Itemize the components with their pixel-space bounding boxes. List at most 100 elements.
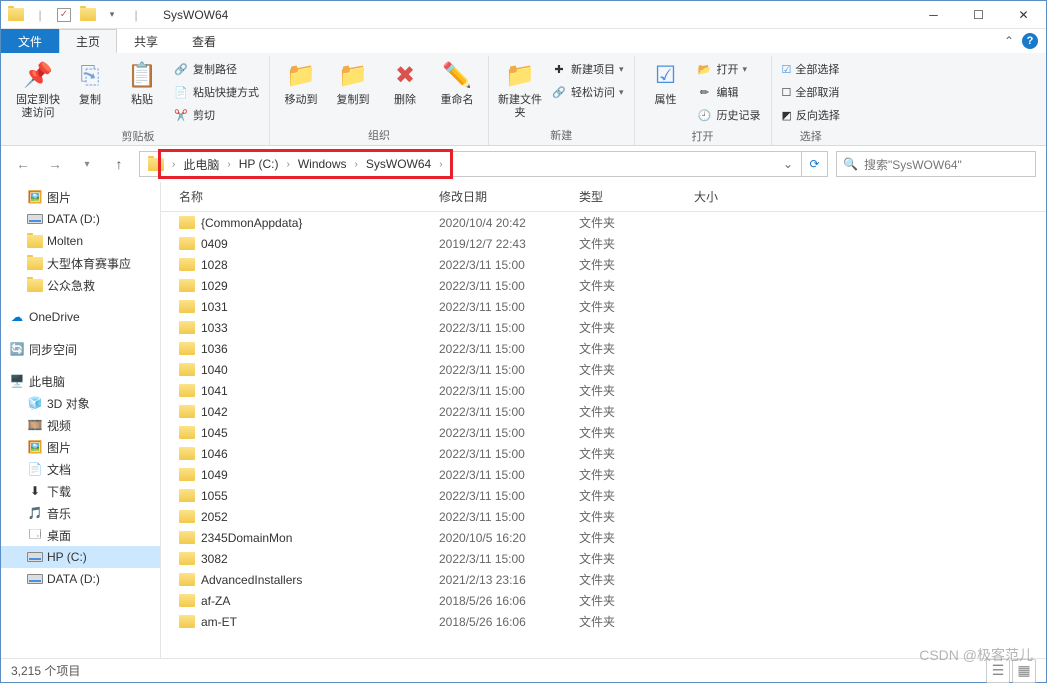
table-row[interactable]: {CommonAppdata}2020/10/4 20:42文件夹 bbox=[161, 212, 1046, 233]
table-row[interactable]: 10422022/3/11 15:00文件夹 bbox=[161, 401, 1046, 422]
tab-view[interactable]: 查看 bbox=[175, 29, 233, 53]
table-row[interactable]: 10312022/3/11 15:00文件夹 bbox=[161, 296, 1046, 317]
chevron-right-icon[interactable]: › bbox=[170, 159, 177, 170]
table-row[interactable]: 10462022/3/11 15:00文件夹 bbox=[161, 443, 1046, 464]
properties-button[interactable]: ☑属性 bbox=[641, 58, 691, 109]
sidebar-item[interactable]: Molten bbox=[1, 230, 160, 252]
sidebar-item[interactable]: 🎵音乐 bbox=[1, 502, 160, 524]
breadcrumb-item[interactable]: SysWOW64 bbox=[360, 152, 437, 176]
sidebar-item[interactable]: 🗔桌面 bbox=[1, 524, 160, 546]
table-row[interactable]: 10362022/3/11 15:00文件夹 bbox=[161, 338, 1046, 359]
col-type[interactable]: 类型 bbox=[571, 182, 686, 211]
easy-access-button[interactable]: 🔗轻松访问▾ bbox=[547, 81, 628, 103]
refresh-button[interactable]: ⟳ bbox=[802, 151, 828, 177]
tab-home[interactable]: 主页 bbox=[59, 29, 117, 53]
search-input[interactable]: 🔍 搜索"SysWOW64" bbox=[836, 151, 1036, 177]
new-folder-button[interactable]: 📁新建文件夹 bbox=[495, 58, 545, 122]
cut-button[interactable]: ✂️剪切 bbox=[169, 104, 263, 126]
table-row[interactable]: 10492022/3/11 15:00文件夹 bbox=[161, 464, 1046, 485]
file-name-cell: 0409 bbox=[171, 237, 431, 251]
breadcrumb-item[interactable]: HP (C:) bbox=[233, 152, 285, 176]
folder-icon[interactable] bbox=[77, 4, 99, 26]
sidebar-item[interactable]: 大型体育赛事应 bbox=[1, 252, 160, 274]
sidebar-item[interactable]: DATA (D:) bbox=[1, 208, 160, 230]
tab-file[interactable]: 文件 bbox=[1, 29, 59, 53]
invert-selection-button[interactable]: ◩反向选择 bbox=[778, 104, 844, 126]
copy-path-button[interactable]: 🔗复制路径 bbox=[169, 58, 263, 80]
table-row[interactable]: 30822022/3/11 15:00文件夹 bbox=[161, 548, 1046, 569]
copy-label: 复制 bbox=[79, 94, 101, 107]
table-row[interactable]: AdvancedInstallers2021/2/13 23:16文件夹 bbox=[161, 569, 1046, 590]
table-row[interactable]: 10452022/3/11 15:00文件夹 bbox=[161, 422, 1046, 443]
table-row[interactable]: 10332022/3/11 15:00文件夹 bbox=[161, 317, 1046, 338]
table-row[interactable]: 10412022/3/11 15:00文件夹 bbox=[161, 380, 1046, 401]
sidebar-item[interactable]: ⬇下载 bbox=[1, 480, 160, 502]
chevron-right-icon[interactable]: › bbox=[437, 159, 444, 170]
ribbon-collapse-icon[interactable]: ⌃ bbox=[1004, 34, 1014, 48]
select-none-button[interactable]: ☐全部取消 bbox=[778, 81, 844, 103]
sidebar-item[interactable]: 🖼️图片 bbox=[1, 186, 160, 208]
rename-button[interactable]: ✏️重命名 bbox=[432, 58, 482, 109]
folder-icon bbox=[27, 277, 43, 293]
copy-to-button[interactable]: 📁复制到 bbox=[328, 58, 378, 109]
table-row[interactable]: am-ET2018/5/26 16:06文件夹 bbox=[161, 611, 1046, 632]
folder-icon[interactable] bbox=[5, 4, 27, 26]
sidebar-item[interactable]: 公众急救 bbox=[1, 274, 160, 296]
chevron-right-icon[interactable]: › bbox=[353, 159, 360, 170]
file-type-cell: 文件夹 bbox=[571, 298, 686, 315]
table-row[interactable]: 2345DomainMon2020/10/5 16:20文件夹 bbox=[161, 527, 1046, 548]
details-view-icon[interactable]: ☰ bbox=[986, 659, 1010, 683]
table-row[interactable]: 04092019/12/7 22:43文件夹 bbox=[161, 233, 1046, 254]
close-button[interactable]: ✕ bbox=[1001, 1, 1046, 29]
table-row[interactable]: af-ZA2018/5/26 16:06文件夹 bbox=[161, 590, 1046, 611]
qat-properties-icon[interactable]: ✓ bbox=[53, 4, 75, 26]
table-row[interactable]: 10552022/3/11 15:00文件夹 bbox=[161, 485, 1046, 506]
minimize-button[interactable]: ─ bbox=[911, 1, 956, 29]
up-button[interactable]: ↑ bbox=[107, 152, 131, 176]
col-size[interactable]: 大小 bbox=[686, 182, 766, 211]
breadcrumb-item[interactable]: Windows bbox=[292, 152, 353, 176]
qat-dropdown-icon[interactable]: ▾ bbox=[101, 4, 123, 26]
sidebar-item-label: Molten bbox=[47, 234, 83, 248]
address-bar[interactable]: › 此电脑 › HP (C:) › Windows › SysWOW64 › ⌄ bbox=[139, 151, 802, 177]
table-row[interactable]: 10292022/3/11 15:00文件夹 bbox=[161, 275, 1046, 296]
open-button[interactable]: 📂打开▾ bbox=[693, 58, 765, 80]
nav-tree[interactable]: 🖼️图片DATA (D:)Molten大型体育赛事应公众急救☁OneDrive🔄… bbox=[1, 182, 161, 658]
history-button[interactable]: 🕘历史记录 bbox=[693, 104, 765, 126]
select-all-button[interactable]: ☑全部选择 bbox=[778, 58, 844, 80]
move-to-button[interactable]: 📁移动到 bbox=[276, 58, 326, 109]
delete-button[interactable]: ✖删除 bbox=[380, 58, 430, 109]
sidebar-item[interactable]: 🔄同步空间 bbox=[1, 338, 160, 360]
chevron-right-icon[interactable]: › bbox=[284, 159, 291, 170]
address-dropdown-icon[interactable]: ⌄ bbox=[777, 157, 799, 171]
breadcrumb-item[interactable]: 此电脑 bbox=[177, 152, 225, 176]
paste-button[interactable]: 📋粘贴 bbox=[117, 58, 167, 109]
icons-view-icon[interactable]: ▦ bbox=[1012, 659, 1036, 683]
chevron-right-icon[interactable]: › bbox=[225, 159, 232, 170]
sidebar-item[interactable]: 🖥️此电脑 bbox=[1, 370, 160, 392]
sidebar-item[interactable]: DATA (D:) bbox=[1, 568, 160, 590]
pin-button[interactable]: 📌固定到快速访问 bbox=[13, 58, 63, 122]
table-row[interactable]: 10402022/3/11 15:00文件夹 bbox=[161, 359, 1046, 380]
tab-share[interactable]: 共享 bbox=[117, 29, 175, 53]
forward-button[interactable]: → bbox=[43, 152, 67, 176]
sidebar-item[interactable]: HP (C:) bbox=[1, 546, 160, 568]
table-row[interactable]: 10282022/3/11 15:00文件夹 bbox=[161, 254, 1046, 275]
edit-button[interactable]: ✏编辑 bbox=[693, 81, 765, 103]
new-item-button[interactable]: ✚新建项目▾ bbox=[547, 58, 628, 80]
recent-dropdown[interactable]: ▾ bbox=[75, 152, 99, 176]
help-icon[interactable]: ? bbox=[1022, 33, 1038, 49]
copy-button[interactable]: ⎘复制 bbox=[65, 58, 115, 109]
paste-shortcut-button[interactable]: 📄粘贴快捷方式 bbox=[169, 81, 263, 103]
col-name[interactable]: 名称 bbox=[171, 182, 431, 211]
maximize-button[interactable]: ☐ bbox=[956, 1, 1001, 29]
sidebar-item[interactable]: 📄文档 bbox=[1, 458, 160, 480]
sidebar-item[interactable]: 🧊3D 对象 bbox=[1, 392, 160, 414]
sidebar-item[interactable]: 🖼️图片 bbox=[1, 436, 160, 458]
table-row[interactable]: 20522022/3/11 15:00文件夹 bbox=[161, 506, 1046, 527]
sidebar-item[interactable]: 🎞️视频 bbox=[1, 414, 160, 436]
back-button[interactable]: ← bbox=[11, 152, 35, 176]
file-rows[interactable]: {CommonAppdata}2020/10/4 20:42文件夹0409201… bbox=[161, 212, 1046, 658]
sidebar-item[interactable]: ☁OneDrive bbox=[1, 306, 160, 328]
col-date[interactable]: 修改日期 bbox=[431, 182, 571, 211]
